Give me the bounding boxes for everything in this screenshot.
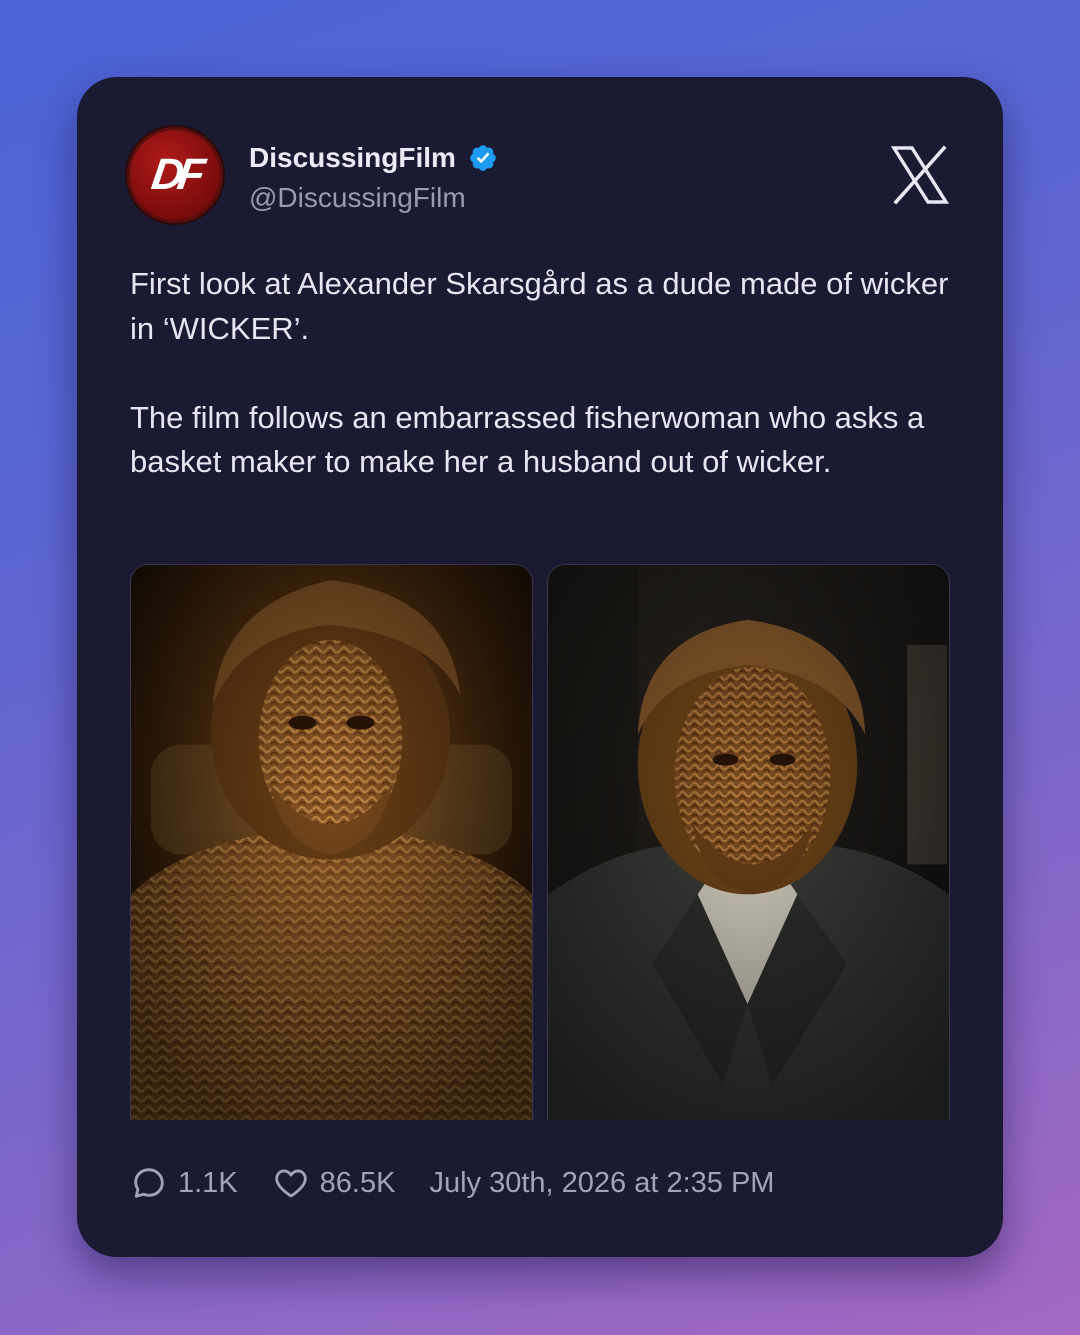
author-display-name[interactable]: DiscussingFilm bbox=[249, 141, 456, 175]
tweet-card: DF DiscussingFilm @DiscussingFilm First … bbox=[77, 77, 1003, 1257]
like-count: 86.5K bbox=[319, 1166, 396, 1199]
verified-badge-icon bbox=[470, 145, 496, 171]
x-logo-icon[interactable] bbox=[891, 145, 949, 205]
wicker-man-reclining-photo[interactable] bbox=[130, 564, 533, 1120]
wicker-man-suit-photo[interactable] bbox=[547, 564, 950, 1120]
tweet-timestamp[interactable]: July 30th, 2026 at 2:35 PM bbox=[429, 1167, 774, 1200]
tweet-paragraph: First look at Alexander Skarsgård as a d… bbox=[130, 266, 949, 346]
tweet-paragraph: The film follows an embarrassed fisherwo… bbox=[130, 399, 925, 480]
author-handle[interactable]: @DiscussingFilm bbox=[249, 181, 466, 215]
media-grid bbox=[130, 564, 950, 1120]
heart-icon bbox=[274, 1169, 307, 1198]
tweet-footer: 1.1K 86.5K July 30th, 2026 at 2:35 PM bbox=[130, 1163, 774, 1203]
author-avatar[interactable]: DF bbox=[130, 130, 220, 220]
discussingfilm-logo-icon: DF bbox=[148, 150, 202, 199]
tweet-body: First look at Alexander Skarsgård as a d… bbox=[130, 262, 950, 485]
reply-count: 1.1K bbox=[178, 1166, 238, 1199]
author-name-row: DiscussingFilm bbox=[249, 141, 498, 175]
reply-icon bbox=[134, 1168, 164, 1198]
like-stat[interactable]: 86.5K bbox=[272, 1164, 396, 1202]
reply-stat[interactable]: 1.1K bbox=[130, 1164, 238, 1202]
